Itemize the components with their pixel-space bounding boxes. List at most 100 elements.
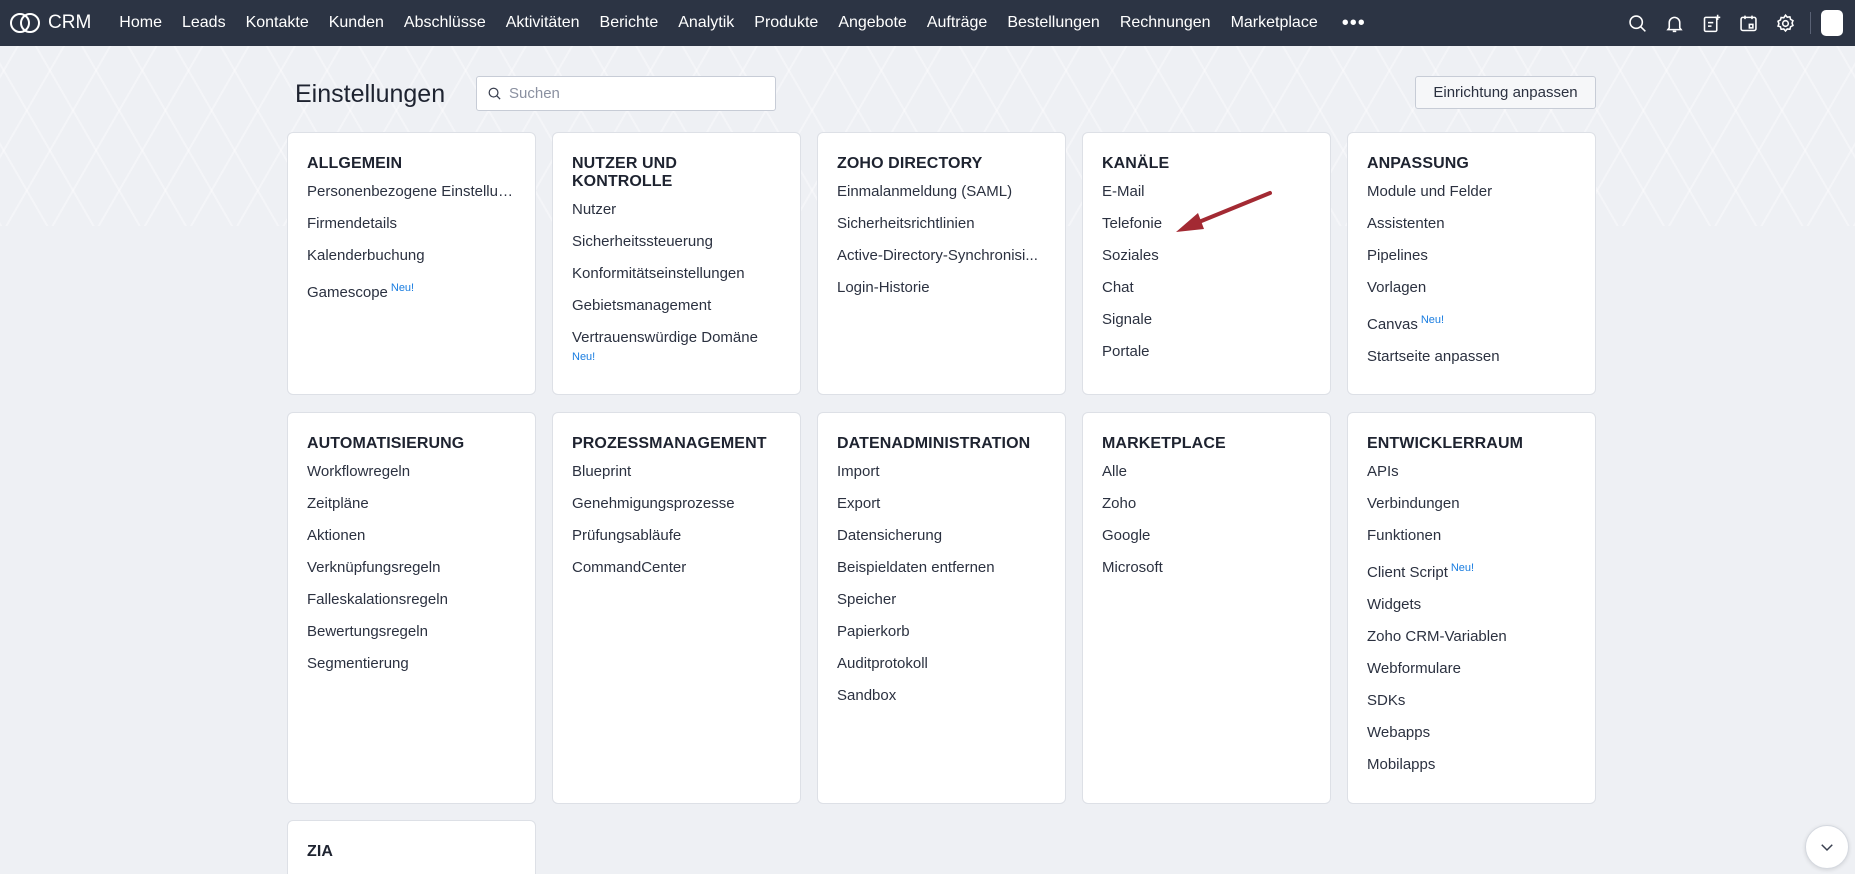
search-icon[interactable]	[1619, 0, 1656, 46]
link-scoring-rules[interactable]: Bewertungsregeln	[307, 622, 516, 642]
link-personal-settings[interactable]: Personenbezogene Einstellun...	[307, 182, 516, 202]
link-chat[interactable]: Chat	[1102, 278, 1311, 298]
link-crm-variables[interactable]: Zoho CRM-Variablen	[1367, 627, 1576, 647]
link-sdks[interactable]: SDKs	[1367, 691, 1576, 711]
card-marketplace: MARKETPLACE Alle Zoho Google Microsoft	[1082, 412, 1331, 804]
link-zoho[interactable]: Zoho	[1102, 494, 1311, 514]
link-audit-log[interactable]: Auditprotokoll	[837, 654, 1046, 674]
card-title: ENTWICKLERRAUM	[1367, 435, 1524, 452]
link-territory-management[interactable]: Gebietsmanagement	[572, 296, 781, 316]
card-zoho-directory: ZOHO DIRECTORY Einmalanmeldung (SAML) Si…	[817, 132, 1066, 395]
card-title: PROZESSMANAGEMENT	[572, 435, 767, 452]
link-portals[interactable]: Portale	[1102, 342, 1311, 362]
link-connections[interactable]: Verbindungen	[1367, 494, 1576, 514]
nav-home[interactable]: Home	[109, 14, 172, 32]
link-approval-processes[interactable]: Genehmigungsprozesse	[572, 494, 781, 514]
link-signals[interactable]: Signale	[1102, 310, 1311, 330]
link-label: Vertrauenswürdige Domäne	[572, 329, 758, 346]
link-sandbox[interactable]: Sandbox	[837, 686, 1046, 706]
nav-angebote[interactable]: Angebote	[828, 14, 917, 32]
card-title: NUTZER UND KONTROLLE	[572, 155, 677, 190]
link-remove-sample-data[interactable]: Beispieldaten entfernen	[837, 558, 1046, 578]
link-customize-home[interactable]: Startseite anpassen	[1367, 347, 1576, 367]
link-saml[interactable]: Einmalanmeldung (SAML)	[837, 182, 1046, 202]
link-modules-fields[interactable]: Module und Felder	[1367, 182, 1576, 202]
more-menu-icon[interactable]: •••	[1328, 12, 1380, 35]
nav-aktivitaeten[interactable]: Aktivitäten	[496, 14, 590, 32]
app-name: CRM	[48, 12, 92, 33]
link-compliance-settings[interactable]: Konformitätseinstellungen	[572, 264, 781, 284]
add-note-icon[interactable]	[1693, 0, 1730, 46]
card-anpassung: ANPASSUNG Module und Felder Assistenten …	[1347, 132, 1596, 395]
nav-abschluesse[interactable]: Abschlüsse	[394, 14, 496, 32]
link-label: Client Script	[1367, 564, 1448, 581]
link-ad-sync[interactable]: Active-Directory-Synchronisi...	[837, 246, 1046, 266]
nav-rechnungen[interactable]: Rechnungen	[1110, 14, 1221, 32]
link-wizards[interactable]: Assistenten	[1367, 214, 1576, 234]
link-mobile-apps[interactable]: Mobilapps	[1367, 755, 1576, 775]
card-title: ZIA	[307, 843, 334, 860]
nav-produkte[interactable]: Produkte	[744, 14, 828, 32]
bell-icon[interactable]	[1656, 0, 1693, 46]
gear-icon[interactable]	[1767, 0, 1804, 46]
link-microsoft[interactable]: Microsoft	[1102, 558, 1311, 578]
link-schedules[interactable]: Zeitpläne	[307, 494, 516, 514]
link-blueprint[interactable]: Blueprint	[572, 462, 781, 482]
nav-kontakte[interactable]: Kontakte	[236, 14, 319, 32]
calendar-icon[interactable]	[1730, 0, 1767, 46]
new-badge: Neu!	[1420, 314, 1445, 326]
nav-marketplace[interactable]: Marketplace	[1221, 14, 1328, 32]
link-linking-rules[interactable]: Verknüpfungsregeln	[307, 558, 516, 578]
link-client-script[interactable]: Client Script Neu!	[1367, 558, 1576, 583]
link-segmentation[interactable]: Segmentierung	[307, 654, 516, 674]
link-webforms[interactable]: Webformulare	[1367, 659, 1576, 679]
card-nutzer-und-kontrolle: NUTZER UND KONTROLLE Nutzer Sicherheitss…	[552, 132, 801, 395]
new-badge: Neu!	[572, 351, 596, 363]
nav-kunden[interactable]: Kunden	[319, 14, 394, 32]
settings-search[interactable]	[476, 76, 776, 111]
link-webapps[interactable]: Webapps	[1367, 723, 1576, 743]
link-social[interactable]: Soziales	[1102, 246, 1311, 266]
link-review-processes[interactable]: Prüfungsabläufe	[572, 526, 781, 546]
main-nav: Home Leads Kontakte Kunden Abschlüsse Ak…	[109, 12, 1379, 35]
link-actions[interactable]: Aktionen	[307, 526, 516, 546]
link-storage[interactable]: Speicher	[837, 590, 1046, 610]
link-command-center[interactable]: CommandCenter	[572, 558, 781, 578]
link-canvas[interactable]: Canvas Neu!	[1367, 310, 1576, 335]
link-apis[interactable]: APIs	[1367, 462, 1576, 482]
nav-bestellungen[interactable]: Bestellungen	[997, 14, 1110, 32]
customize-setup-button[interactable]: Einrichtung anpassen	[1415, 76, 1596, 109]
link-templates[interactable]: Vorlagen	[1367, 278, 1576, 298]
card-title: DATENADMINISTRATION	[837, 435, 1031, 452]
link-recycle-bin[interactable]: Papierkorb	[837, 622, 1046, 642]
link-users[interactable]: Nutzer	[572, 200, 781, 220]
avatar[interactable]	[1821, 10, 1843, 36]
link-all[interactable]: Alle	[1102, 462, 1311, 482]
zoho-logo-icon	[10, 13, 40, 33]
link-calendar-booking[interactable]: Kalenderbuchung	[307, 246, 516, 266]
nav-berichte[interactable]: Berichte	[590, 14, 669, 32]
nav-auftraege[interactable]: Aufträge	[917, 14, 997, 32]
link-company-details[interactable]: Firmendetails	[307, 214, 516, 234]
link-functions[interactable]: Funktionen	[1367, 526, 1576, 546]
link-security-control[interactable]: Sicherheitssteuerung	[572, 232, 781, 252]
card-title: ANPASSUNG	[1367, 155, 1469, 172]
link-pipelines[interactable]: Pipelines	[1367, 246, 1576, 266]
link-escalation-rules[interactable]: Falleskalationsregeln	[307, 590, 516, 610]
nav-leads[interactable]: Leads	[172, 14, 236, 32]
link-trusted-domain[interactable]: Vertrauenswürdige Domäne Neu!	[572, 328, 781, 364]
link-workflow-rules[interactable]: Workflowregeln	[307, 462, 516, 482]
card-zia: ZIA	[287, 820, 536, 874]
link-google[interactable]: Google	[1102, 526, 1311, 546]
scroll-down-button[interactable]	[1805, 825, 1849, 869]
nav-analytik[interactable]: Analytik	[668, 14, 744, 32]
crm-logo[interactable]: CRM	[9, 11, 91, 35]
link-gamescope[interactable]: Gamescope Neu!	[307, 278, 516, 303]
link-import[interactable]: Import	[837, 462, 1046, 482]
link-security-policies[interactable]: Sicherheitsrichtlinien	[837, 214, 1046, 234]
search-input[interactable]	[509, 85, 759, 102]
link-data-backup[interactable]: Datensicherung	[837, 526, 1046, 546]
link-login-history[interactable]: Login-Historie	[837, 278, 1046, 298]
link-widgets[interactable]: Widgets	[1367, 595, 1576, 615]
link-export[interactable]: Export	[837, 494, 1046, 514]
